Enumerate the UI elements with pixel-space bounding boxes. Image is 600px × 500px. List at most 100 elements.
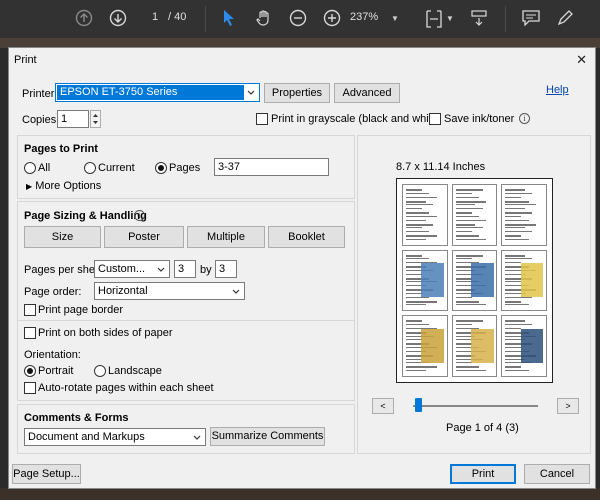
summarize-comments-button[interactable]: Summarize Comments [210,427,325,446]
advanced-button[interactable]: Advanced [334,83,400,103]
printer-value: EPSON ET-3750 Series [60,86,178,98]
thumbnail-text-line [406,235,437,237]
close-icon[interactable]: ✕ [576,52,587,68]
thumbnail-text-line [455,324,472,326]
radio-all[interactable] [24,162,36,174]
thumbnail-text-line [505,324,533,326]
thumbnail-text-line [455,320,483,323]
pages-range-input[interactable]: 3-37 [214,158,329,176]
thumbnail-text-line [505,189,525,191]
print-dialog: Print ✕ Printer: EPSON ET-3750 Series Pr… [8,47,596,489]
info-icon[interactable]: i [134,210,145,221]
comment-icon[interactable] [522,10,540,26]
preview-thumbnail [451,315,498,377]
thumbnail-text-line [505,281,522,283]
next-page-button[interactable]: > [557,398,579,414]
thumbnail-text-line [455,304,487,306]
comments-forms-panel: Comments & Forms Document and Markups Su… [17,404,355,454]
previous-page-button[interactable]: < [372,398,394,414]
preview-thumbnail [402,184,448,246]
thumbnail-text-line [455,366,479,369]
preview-thumbnail [501,315,547,377]
thumbnail-text-line [505,238,529,240]
copies-input[interactable]: 1 [57,110,89,128]
thumbnail-text-line [505,212,533,214]
tab-booklet[interactable]: Booklet [268,226,345,248]
print-page-border-label: Print page border [38,304,123,316]
pages-to-print-title: Pages to Print [24,143,98,155]
thumbnail-text-line [406,258,430,260]
thumbnail-text-line [505,231,533,233]
tab-poster[interactable]: Poster [104,226,184,248]
columns-input[interactable]: 3 [174,260,196,278]
thumbnail-text-line [505,327,522,329]
thumbnail-text-line [406,324,430,326]
info-icon[interactable]: i [519,113,530,124]
select-cursor-icon[interactable] [222,9,236,27]
rows-input[interactable]: 3 [215,260,237,278]
acrobat-toolbar: 1 / 40 237% ▼ ▼ [0,0,600,38]
tab-size[interactable]: Size [24,226,101,248]
page-of-label: Page 1 of 4 (3) [446,422,519,434]
thumbnail-text-line [406,273,422,275]
radio-portrait[interactable] [24,365,36,377]
copies-stepper[interactable] [90,110,101,128]
thumbnail-text-line [406,223,433,226]
thumbnail-text-line [455,277,472,280]
zoom-level[interactable]: 237% [350,11,378,23]
thumbnail-illustration [470,262,494,297]
thumbnail-text-line [406,304,426,306]
pages-per-sheet-select[interactable]: Custom... [94,260,170,278]
page-number-input[interactable]: 1 [140,11,170,23]
tab-multiple[interactable]: Multiple [187,226,265,248]
hand-icon[interactable] [255,9,273,27]
chevron-down-icon[interactable]: ▼ [391,10,399,28]
properties-button[interactable]: Properties [264,83,330,103]
preview-panel: 8.7 x 11.14 Inches < > Page 1 of 4 (3) [357,135,591,454]
down-arrow-icon[interactable] [109,9,127,27]
grayscale-checkbox[interactable] [256,113,268,125]
up-arrow-icon[interactable] [75,9,93,27]
thumbnail-illustration [421,262,445,297]
thumbnail-text-line [505,204,536,206]
page-setup-button[interactable]: Page Setup... [12,464,81,484]
help-link[interactable]: Help [546,84,569,96]
thumbnail-text-line [505,296,533,298]
save-ink-checkbox[interactable] [429,113,441,125]
thumbnail-text-line [455,300,479,303]
cancel-button[interactable]: Cancel [524,464,590,484]
comments-forms-value: Document and Markups [28,431,145,443]
radio-pages[interactable] [155,162,167,174]
printer-select[interactable]: EPSON ET-3750 Series [55,83,260,102]
thumbnail-text-line [455,204,476,206]
chevron-down-icon [247,90,255,95]
scroll-mode-icon[interactable] [470,9,488,27]
radio-landscape-label: Landscape [108,365,162,377]
thumbnail-text-line [505,196,522,198]
print-button[interactable]: Print [450,464,516,484]
print-page-border-checkbox[interactable] [24,304,36,316]
thumbnail-text-line [406,238,426,240]
both-sides-checkbox[interactable] [24,327,36,339]
preview-slider-thumb[interactable] [415,398,422,412]
thumbnail-text-line [505,347,522,349]
thumbnail-text-line [406,208,422,210]
thumbnail-text-line [455,208,483,210]
pages-to-print-panel: Pages to Print All Current Pages 3-37 ▶ … [17,135,355,199]
comments-forms-select[interactable]: Document and Markups [24,428,206,446]
thumbnail-text-line [505,304,529,306]
pen-icon[interactable] [556,9,574,27]
zoom-out-icon[interactable] [289,9,307,27]
document-background-bottom [0,488,600,500]
radio-current-label: Current [98,162,135,174]
thumbnail-text-line [406,204,433,206]
page-order-select[interactable]: Horizontal [94,282,245,300]
thumbnail-text-line [505,262,522,264]
radio-landscape[interactable] [94,365,106,377]
more-options-toggle[interactable]: ▶ More Options [26,180,101,192]
auto-rotate-checkbox[interactable] [24,382,36,394]
zoom-in-icon[interactable] [323,9,341,27]
chevron-down-icon[interactable]: ▼ [446,10,454,28]
radio-current[interactable] [84,162,96,174]
fit-page-icon[interactable] [424,9,444,29]
